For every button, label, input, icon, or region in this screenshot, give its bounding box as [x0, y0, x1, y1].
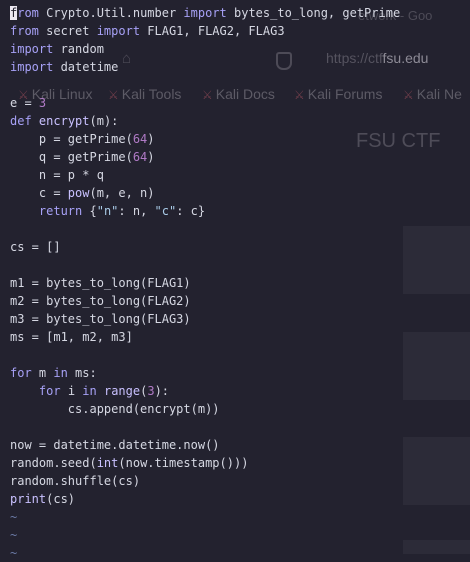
code-line: random.shuffle(cs)	[10, 474, 141, 488]
background-card	[403, 540, 470, 554]
code-editor[interactable]: from Crypto.Util.number import bytes_to_…	[10, 4, 400, 562]
code-line: def encrypt(m):	[10, 114, 119, 128]
code-line: m1 = bytes_to_long(FLAG1)	[10, 276, 191, 290]
code-line: cs.append(encrypt(m))	[10, 402, 220, 416]
code-line: for i in range(3):	[38, 384, 170, 398]
code-line: import datetime	[10, 60, 119, 74]
code-line: e = 3	[10, 96, 47, 110]
code-line: ms = [m1, m2, m3]	[10, 330, 133, 344]
code-line: ~	[10, 546, 18, 560]
code-line: m3 = bytes_to_long(FLAG3)	[10, 312, 191, 326]
background-card	[403, 226, 470, 294]
code-line: p = getPrime(64)	[10, 132, 155, 146]
bookmark-item: ⚔ Kali Ne	[403, 86, 462, 102]
code-line: now = datetime.datetime.now()	[10, 438, 220, 452]
code-line: from Crypto.Util.number import bytes_to_…	[10, 6, 401, 20]
code-line: return {"n": n, "c": c}	[38, 204, 206, 218]
background-card	[403, 437, 470, 505]
code-line: n = p * q	[10, 168, 104, 182]
code-line: m2 = bytes_to_long(FLAG2)	[10, 294, 191, 308]
code-line: for m in ms:	[10, 366, 97, 380]
code-line: print(cs)	[10, 492, 76, 506]
code-line: q = getPrime(64)	[10, 150, 155, 164]
code-line: c = pow(m, e, n)	[10, 186, 155, 200]
background-card	[403, 332, 470, 400]
code-line: ~	[10, 528, 18, 542]
code-line: cs = []	[10, 240, 61, 254]
kali-icon: ⚔	[403, 88, 414, 102]
code-line: import random	[10, 42, 104, 56]
code-line: from secret import FLAG1, FLAG2, FLAG3	[10, 24, 285, 38]
code-line: random.seed(int(now.timestamp()))	[10, 456, 249, 470]
code-line: ~	[10, 510, 18, 524]
